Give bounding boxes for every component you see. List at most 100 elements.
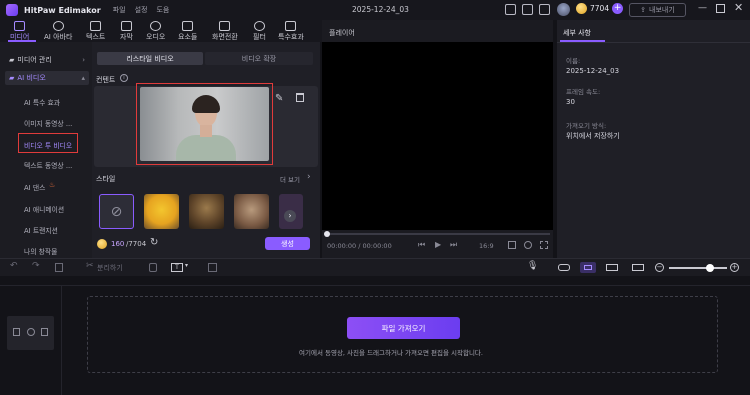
fullscreen-icon[interactable] xyxy=(540,241,548,249)
add-credits-icon[interactable]: + xyxy=(612,3,624,14)
refresh-icon[interactable]: ↻ xyxy=(150,237,158,248)
app-title: HitPaw Edimakor xyxy=(24,5,101,15)
sidebar-item-ai-transition[interactable]: AI 트랜지션 xyxy=(24,225,58,235)
no-style-option[interactable]: ⊘ xyxy=(99,194,134,229)
tab-transitions[interactable]: 화면전환 xyxy=(212,21,238,42)
ai-folder-icon: ▰ xyxy=(9,74,15,82)
tab-text[interactable]: 텍스트 xyxy=(86,21,105,42)
tab-video-extend[interactable]: 비디오 확장 xyxy=(205,52,313,65)
time-display: 00:00:00 / 00:00:00 xyxy=(327,242,392,250)
menu-file[interactable]: 파일 xyxy=(113,5,126,15)
tab-filters[interactable]: 필터 xyxy=(253,21,266,42)
trash-icon[interactable] xyxy=(296,93,304,102)
edit-icon[interactable]: ✎ xyxy=(275,93,283,104)
timeline-toolbar: ↶ ↷ ✂ 분리하기 T ▾ 🎙 − + xyxy=(0,258,750,276)
sidebar-item-ai-animation[interactable]: AI 애니메이션 xyxy=(24,204,64,214)
magnet-icon xyxy=(584,265,592,270)
progress-track[interactable] xyxy=(326,233,550,235)
ai-video-folder[interactable]: ▰ AI 비디오 ▴ xyxy=(5,71,89,85)
menu-settings[interactable]: 설정 xyxy=(135,5,148,15)
close-icon[interactable]: ✕ xyxy=(734,1,743,14)
more-styles-link[interactable]: 더 보기 xyxy=(280,174,300,184)
elements-icon xyxy=(182,21,194,31)
chevron-up-icon: ▴ xyxy=(81,74,85,82)
style-label: 스타일 xyxy=(96,175,116,183)
sidebar-item-text-to-video[interactable]: 텍스트 동영상 ... xyxy=(24,160,72,170)
lock-icon[interactable] xyxy=(13,328,20,336)
credits-badge[interactable]: 7704 + xyxy=(576,3,624,14)
tab-effects[interactable]: 특수효과 xyxy=(278,21,304,42)
generate-button[interactable]: 생성 xyxy=(265,237,310,250)
sidebar-item-video-to-video[interactable]: 비디오 투 비디오 xyxy=(24,140,72,150)
tab-ai-avatar[interactable]: AI 아바타 xyxy=(44,21,72,42)
notification-icon[interactable] xyxy=(539,4,550,15)
player-panel: 플레이어 00:00:00 / 00:00:00 ⏮ ▶ ⏭ 16:9 xyxy=(322,20,553,258)
tab-subtitles[interactable]: 자막 xyxy=(120,21,133,42)
redo-icon[interactable]: ↷ xyxy=(32,261,40,271)
aspect-ratio-select[interactable]: 16:9 xyxy=(479,242,494,250)
delete-icon[interactable] xyxy=(55,263,63,272)
split-button[interactable]: 분리하기 xyxy=(97,263,123,273)
undo-icon[interactable]: ↶ xyxy=(10,261,18,271)
avatar-icon xyxy=(52,21,64,31)
project-title: 2025-12-24_03 xyxy=(352,5,409,14)
credits-used: 160 xyxy=(111,240,125,248)
snapshot-icon[interactable] xyxy=(508,241,516,249)
zoom-in-icon[interactable]: + xyxy=(730,263,739,272)
sidebar-item-ai-dance[interactable]: AI 댄스 xyxy=(24,182,45,192)
avatar[interactable] xyxy=(557,3,570,16)
progress-handle[interactable] xyxy=(324,231,330,237)
tab-media[interactable]: 미디어 xyxy=(10,21,29,42)
prev-frame-icon[interactable]: ⏮ xyxy=(418,240,425,250)
info-icon[interactable]: i xyxy=(120,74,128,82)
media-icon xyxy=(14,21,26,31)
split-view-icon[interactable] xyxy=(606,264,618,271)
content-label: 컨텐트 xyxy=(96,76,116,84)
divider xyxy=(557,42,750,43)
nav-tabs: 미디어 AI 아바타 텍스트 자막 오디오 요소들 화면전환 필터 특수효과 xyxy=(0,20,322,42)
subtitle-icon[interactable] xyxy=(505,4,516,15)
next-arrow-icon[interactable]: › xyxy=(284,210,296,222)
shield-icon[interactable] xyxy=(149,263,157,272)
eye-icon[interactable] xyxy=(27,328,35,336)
zoom-slider-track[interactable] xyxy=(669,267,727,269)
play-icon[interactable]: ▶ xyxy=(435,240,441,249)
minimize-icon[interactable]: — xyxy=(698,3,707,13)
import-files-button[interactable]: 파일 가져오기 xyxy=(347,317,460,339)
fit-icon[interactable] xyxy=(632,264,644,271)
tab-elements[interactable]: 요소들 xyxy=(178,21,197,42)
style-oil-thumb[interactable] xyxy=(189,194,224,229)
tab-restyle-video[interactable]: 리스타일 비디오 xyxy=(97,52,203,65)
record-screen-icon[interactable] xyxy=(208,263,217,272)
tab-audio[interactable]: 오디오 xyxy=(146,21,165,42)
title-bar: HitPaw Edimakor 파일 설정 도움 2025-12-24_03 7… xyxy=(0,0,750,20)
next-frame-icon[interactable]: ⏭ xyxy=(450,240,457,250)
chevron-down-icon[interactable]: ▾ xyxy=(185,262,188,269)
volume-icon[interactable] xyxy=(524,241,532,249)
chevron-right-icon: › xyxy=(307,172,311,182)
scissors-icon[interactable]: ✂ xyxy=(86,261,94,271)
export-button[interactable]: ⇪ 내보내기 xyxy=(629,3,686,17)
text-tool-icon[interactable]: T xyxy=(171,263,183,272)
mute-icon[interactable] xyxy=(41,328,48,336)
import-value: 위치에서 저장하기 xyxy=(566,132,620,140)
name-label: 이름: xyxy=(566,57,581,65)
tab-details[interactable]: 세부 사항 xyxy=(563,28,591,38)
name-value: 2025-12-24_03 xyxy=(566,67,620,75)
style-cartoon-thumb[interactable] xyxy=(144,194,179,229)
media-folder[interactable]: ▰ 미디어 관리 › xyxy=(5,53,89,67)
style-sketch-thumb[interactable] xyxy=(234,194,269,229)
zoom-slider-handle[interactable] xyxy=(706,264,714,272)
credits-count: 7704 xyxy=(590,4,610,13)
sidebar-item-my-creations[interactable]: 나의 창작물 xyxy=(24,246,57,256)
microphone-icon[interactable]: 🎙 xyxy=(527,261,538,271)
keyboard-icon[interactable] xyxy=(522,4,533,15)
sidebar-item-ai-effects[interactable]: AI 특수 효과 xyxy=(24,97,60,107)
video-thumbnail[interactable] xyxy=(140,87,269,161)
maximize-icon[interactable] xyxy=(716,4,725,13)
sidebar-item-image-to-video[interactable]: 이미지 동영상 ... xyxy=(24,118,72,128)
link-icon[interactable] xyxy=(558,264,570,271)
coin-icon xyxy=(97,239,107,249)
menu-help[interactable]: 도움 xyxy=(156,5,169,15)
zoom-out-icon[interactable]: − xyxy=(655,263,664,272)
